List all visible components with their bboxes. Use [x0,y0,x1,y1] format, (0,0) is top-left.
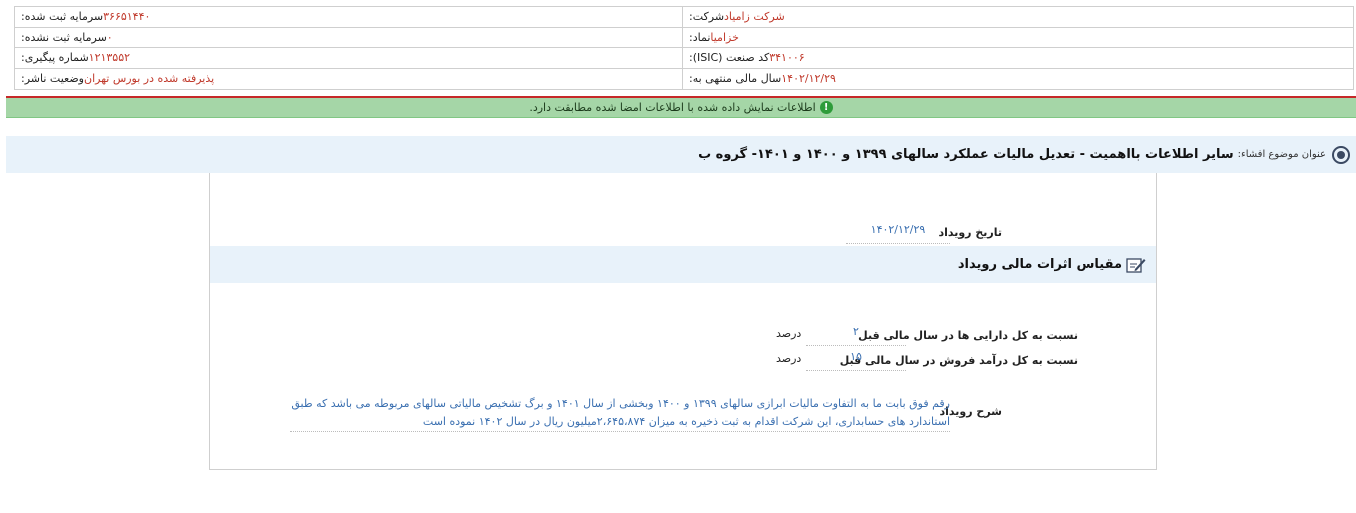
financial-effects-title: مقیاس اثرات مالی رویداد [957,257,1122,272]
publisher-status-label: وضعیت ناشر: [21,72,84,86]
sales-ratio-value: ۱۵ [806,350,906,371]
company-value: شرکت زامیاد [724,10,785,24]
target-bullet-icon [1332,145,1350,164]
isic-row: کد صنعت (ISIC): ۳۴۱۰۰۶ [683,48,1353,69]
company-info-left-column: سرمایه ثبت شده: ۳۶۶۵۱۴۴۰ سرمایه ثبت نشده… [15,7,682,89]
sales-ratio-unit: درصد [776,352,802,365]
event-panel: تاریخ رویداد ۱۴۰۲/۱۲/۲۹ مقیاس اثرات مالی… [209,173,1157,470]
disclosure-title-label: عنوان موضوع افشاء: [1237,149,1326,160]
symbol-row: نماد: خزامیا [683,28,1353,48]
tracking-row: شماره پیگیری: ۱۲۱۳۵۵۲ [15,48,682,69]
symbol-label: نماد: [689,30,711,44]
disclosure-title-bar: عنوان موضوع افشاء: سایر اطلاعات بااهمیت … [6,136,1356,173]
disclosure-title: سایر اطلاعات بااهمیت - تعدیل مالیات عملک… [698,147,1234,162]
publisher-status-value: پذیرفته شده در بورس تهران [83,72,215,86]
fiscal-label: سال مالی منتهی به: [689,72,782,86]
event-date-value: ۱۴۰۲/۱۲/۲۹ [846,223,950,244]
event-description-text: رقم فوق بابت ما به التفاوت مالیات ابرازی… [290,395,950,432]
tracking-value: ۱۲۱۳۵۵۲ [88,51,131,65]
fiscal-row: سال مالی منتهی به: ۱۴۰۲/۱۲/۲۹ [683,69,1353,89]
fiscal-value: ۱۴۰۲/۱۲/۲۹ [781,72,836,86]
isic-label: کد صنعت (ISIC): [689,51,770,65]
verification-notice: ! اطلاعات نمایش داده شده با اطلاعات امضا… [6,98,1356,118]
unregistered-capital-value: ۰ [106,30,113,44]
assets-ratio-unit: درصد [776,327,802,340]
verification-notice-text: اطلاعات نمایش داده شده با اطلاعات امضا ش… [529,101,816,114]
unregistered-capital-row: سرمایه ثبت نشده: ۰ [15,28,682,48]
publisher-status-row: وضعیت ناشر: پذیرفته شده در بورس تهران [15,69,682,89]
symbol-value: خزامیا [710,30,739,44]
financial-effects-section-bar: مقیاس اثرات مالی رویداد [210,246,1156,283]
company-row: شرکت: شرکت زامیاد [683,7,1353,28]
info-icon: ! [819,101,833,114]
isic-value: ۳۴۱۰۰۶ [769,51,805,65]
assets-ratio-value: ۲ [806,325,906,346]
registered-capital-value: ۳۶۶۵۱۴۴۰ [103,10,151,24]
tracking-label: شماره پیگیری: [21,51,89,65]
company-label: شرکت: [689,10,725,24]
company-info-table: شرکت: شرکت زامیاد نماد: خزامیا کد صنعت (… [14,6,1354,90]
unregistered-capital-label: سرمایه ثبت نشده: [21,30,107,44]
edit-form-icon [1126,257,1146,273]
company-info-right-column: شرکت: شرکت زامیاد نماد: خزامیا کد صنعت (… [682,7,1353,89]
registered-capital-label: سرمایه ثبت شده: [21,10,104,24]
registered-capital-row: سرمایه ثبت شده: ۳۶۶۵۱۴۴۰ [15,7,682,28]
